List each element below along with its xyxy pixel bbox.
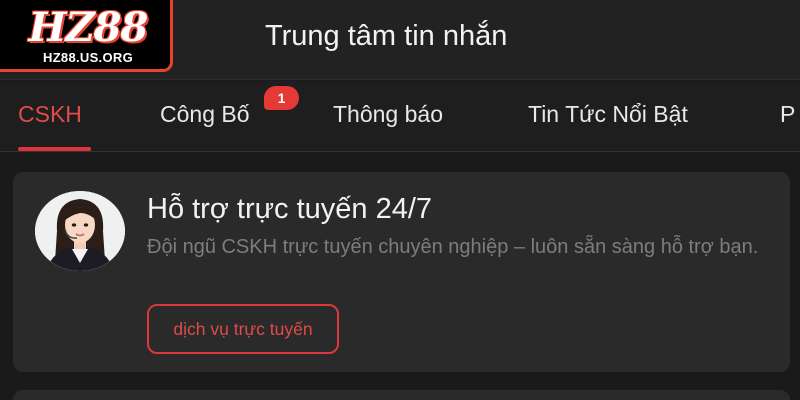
unread-badge: 1 <box>264 86 299 110</box>
tab-more[interactable]: P <box>780 101 795 128</box>
next-card[interactable] <box>13 390 790 400</box>
tab-cong-bo[interactable]: Công Bố <box>160 101 250 128</box>
logo-wordmark: HZ88 <box>28 4 149 51</box>
support-description: Đội ngũ CSKH trực tuyến chuyên nghiệp – … <box>147 236 759 258</box>
support-agent-avatar <box>35 191 125 271</box>
tab-tin-tuc-noi-bat[interactable]: Tin Tức Nổi Bật <box>528 101 688 128</box>
support-title: Hỗ trợ trực tuyến 24/7 <box>147 193 433 225</box>
header: HZ88 HZ88.US.ORG Trung tâm tin nhắn <box>0 0 800 80</box>
page-title: Trung tâm tin nhắn <box>265 20 508 52</box>
message-tabs: CSKH Công Bố Thông báo Tin Tức Nổi Bật P <box>0 81 800 152</box>
tab-cskh[interactable]: CSKH <box>18 101 82 128</box>
tab-thong-bao[interactable]: Thông báo <box>333 101 443 128</box>
agent-portrait-icon <box>35 191 125 271</box>
online-service-button[interactable]: dịch vụ trực tuyến <box>147 304 339 354</box>
logo-domain: HZ88.US.ORG <box>43 50 133 65</box>
hz88-logo[interactable]: HZ88 HZ88.US.ORG <box>0 0 173 72</box>
active-tab-indicator <box>18 147 91 151</box>
